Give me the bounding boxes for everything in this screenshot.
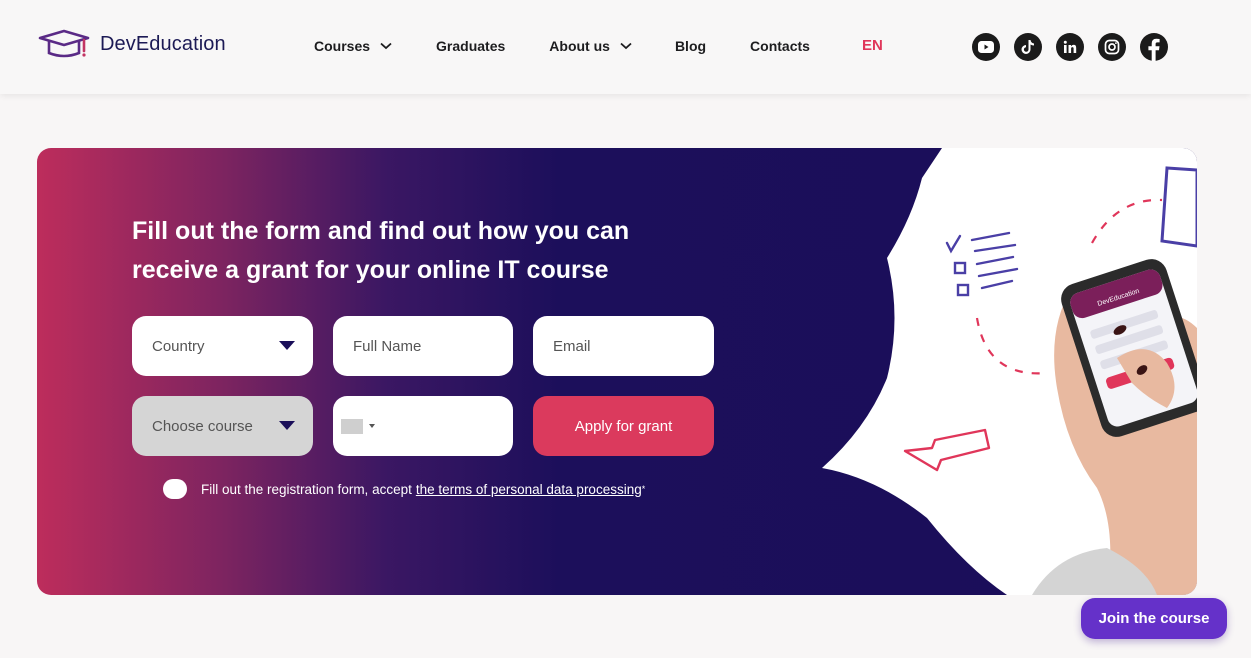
- nav-item-label: Courses: [314, 37, 371, 54]
- phone-illustration: DevEducation: [822, 148, 1197, 595]
- nav-item-courses[interactable]: Courses: [314, 38, 392, 54]
- course-select[interactable]: Choose course: [132, 396, 313, 456]
- consent-row: Fill out the registration form, accept t…: [163, 479, 645, 499]
- caret-down-icon: [279, 421, 295, 430]
- phone-input[interactable]: [333, 396, 513, 456]
- email-input[interactable]: Email: [533, 316, 714, 376]
- nav-item-label: Blog: [674, 37, 707, 54]
- logo[interactable]: DevEducation: [37, 28, 226, 60]
- chevron-down-icon: [380, 42, 392, 49]
- apply-for-grant-button[interactable]: Apply for grant: [533, 396, 714, 456]
- required-mark: *: [641, 484, 646, 494]
- nav-item-graduates[interactable]: Graduates: [436, 38, 505, 54]
- tiktok-icon[interactable]: [1014, 33, 1042, 61]
- country-flag-icon[interactable]: [341, 418, 363, 434]
- language-switch[interactable]: EN: [862, 37, 883, 54]
- main-nav: Courses Graduates About us Blog Contacts…: [314, 37, 883, 54]
- caret-down-icon: [279, 341, 295, 350]
- grant-hero: Fill out the form and find out how you c…: [37, 148, 1197, 595]
- site-header: DevEducation Courses Graduates About us …: [0, 0, 1251, 94]
- facebook-icon[interactable]: [1140, 33, 1168, 61]
- full-name-input[interactable]: Full Name: [333, 316, 513, 376]
- consent-text: Fill out the registration form, accept: [201, 481, 412, 497]
- caret-down-icon[interactable]: [369, 424, 375, 428]
- graduation-cap-icon: [38, 29, 90, 58]
- country-placeholder: Country: [152, 337, 205, 355]
- hero-title: Fill out the form and find out how you c…: [132, 217, 630, 284]
- brand-name: DevEducation: [100, 32, 226, 55]
- terms-link[interactable]: the terms of personal data processing: [416, 482, 642, 497]
- email-placeholder: Email: [553, 337, 591, 355]
- nav-item-label: About us: [549, 37, 610, 54]
- nav-item-blog[interactable]: Blog: [675, 38, 706, 54]
- nav-item-label: Graduates: [436, 37, 506, 54]
- instagram-icon[interactable]: [1098, 33, 1126, 61]
- join-course-button[interactable]: Join the course: [1081, 598, 1227, 639]
- full-name-placeholder: Full Name: [353, 337, 422, 355]
- nav-item-label: Contacts: [750, 37, 810, 54]
- course-placeholder: Choose course: [152, 417, 253, 435]
- nav-item-about-us[interactable]: About us: [549, 38, 632, 54]
- social-links: [972, 33, 1168, 61]
- youtube-icon[interactable]: [972, 33, 1000, 61]
- linkedin-icon[interactable]: [1056, 33, 1084, 61]
- chevron-down-icon: [620, 42, 632, 49]
- consent-checkbox[interactable]: [163, 479, 187, 499]
- country-select[interactable]: Country: [132, 316, 313, 376]
- nav-item-contacts[interactable]: Contacts: [750, 38, 810, 54]
